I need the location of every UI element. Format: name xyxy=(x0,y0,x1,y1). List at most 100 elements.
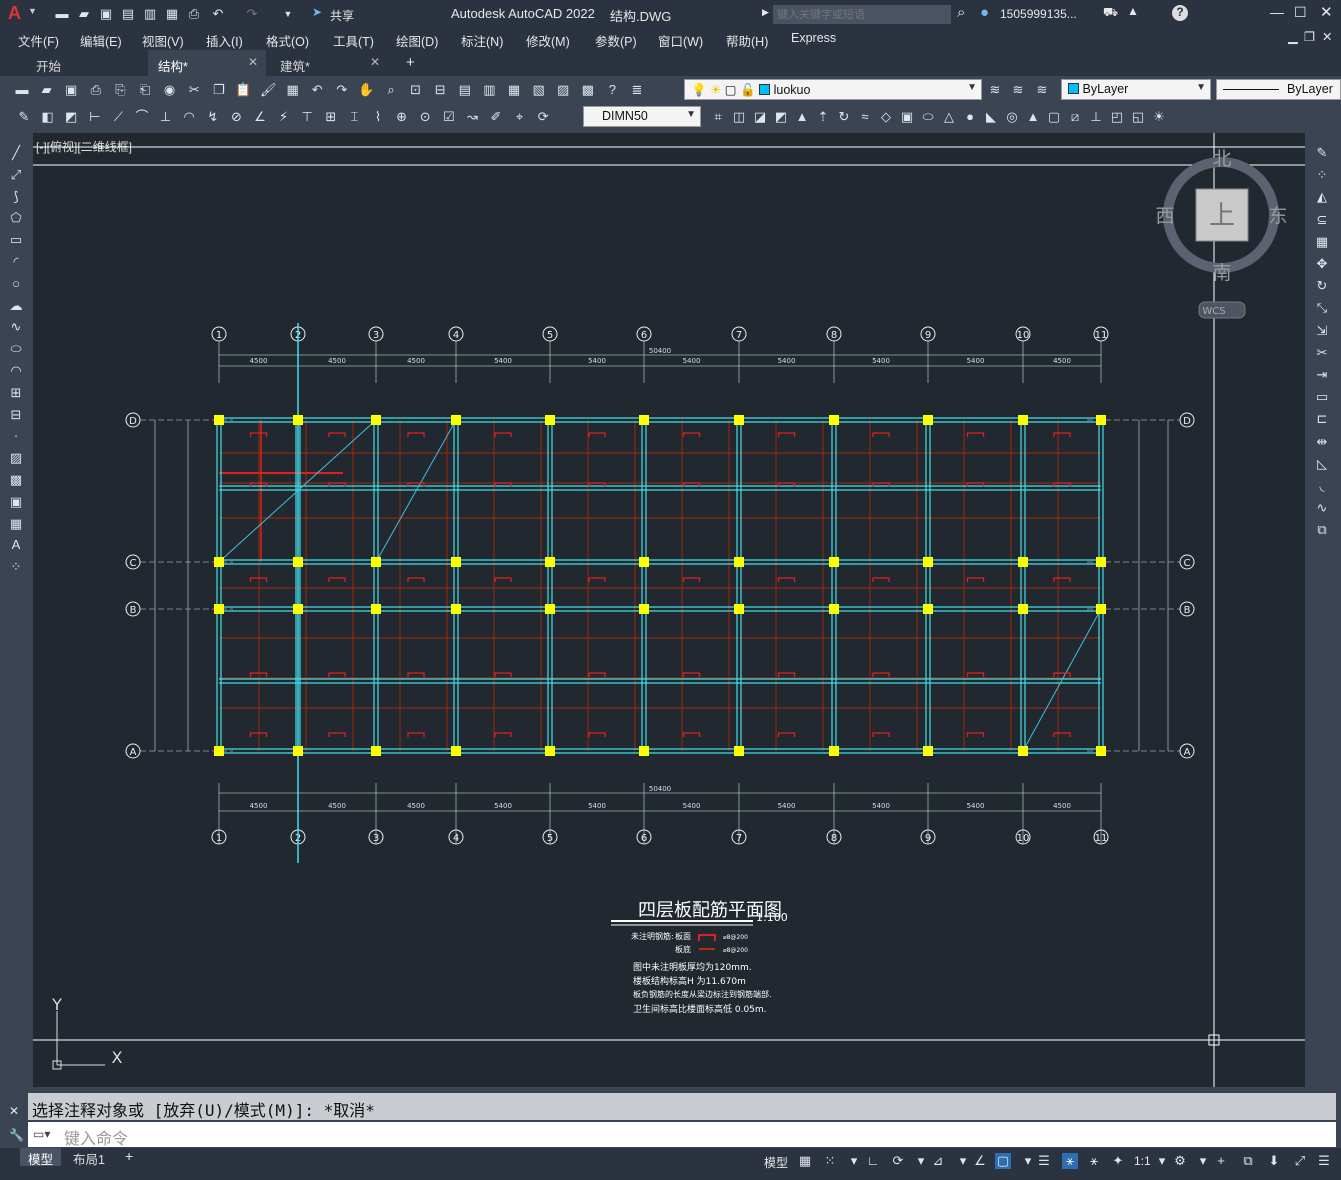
annotation-scale[interactable]: 1:1 xyxy=(1134,1154,1151,1168)
tab-layout1[interactable]: 布局1 xyxy=(65,1148,113,1167)
rectangle-icon[interactable]: ▭ xyxy=(8,232,24,248)
tab-structure[interactable]: 结构* ✕ xyxy=(148,50,266,76)
menu-insert[interactable]: 插入(I) xyxy=(206,31,243,50)
layer-match-icon[interactable]: ✎ xyxy=(16,109,32,125)
save-icon[interactable]: ▣ xyxy=(98,6,114,22)
shell-icon[interactable]: ▢ xyxy=(1046,109,1062,125)
search-input[interactable] xyxy=(773,5,951,24)
hardware-acceleration-icon[interactable]: ⬇ xyxy=(1266,1153,1282,1169)
workspace-icon[interactable]: ⚙ xyxy=(1172,1153,1188,1169)
point-icon[interactable]: · xyxy=(8,428,24,444)
linear-dim-icon[interactable]: ⊢ xyxy=(87,109,103,125)
layer-dropdown[interactable]: 💡 ☀ ▢ 🔓 luokuo ▼ xyxy=(684,79,982,100)
search-icon[interactable]: ⌕ xyxy=(957,4,965,21)
dim-break-icon[interactable]: ⌇ xyxy=(370,109,386,125)
dim-update-icon[interactable]: ⟳ xyxy=(535,109,551,125)
new-tab-icon[interactable]: + xyxy=(406,54,415,71)
user-name[interactable]: 1505999135... xyxy=(1000,7,1077,21)
close-icon[interactable]: ✕ xyxy=(1320,3,1333,21)
ordinate-dim-icon[interactable]: ⊥ xyxy=(158,109,174,125)
ortho-icon[interactable]: ∟ xyxy=(865,1153,881,1169)
zoom-window-icon[interactable]: ⊡ xyxy=(408,82,424,98)
workspace-menu-icon[interactable]: ▾ xyxy=(1195,1153,1211,1169)
explode-icon[interactable]: ⧉ xyxy=(1314,522,1330,538)
menu-edit[interactable]: 编辑(E) xyxy=(80,31,122,50)
dim-space-icon[interactable]: ⌶ xyxy=(346,109,362,125)
menu-window[interactable]: 窗口(W) xyxy=(658,31,703,50)
properties-icon[interactable]: ▤ xyxy=(457,82,473,98)
arc-length-icon[interactable]: ⌒ xyxy=(134,109,150,125)
jogged-dim-icon[interactable]: ↯ xyxy=(205,109,221,125)
autocad-logo-icon[interactable]: A xyxy=(8,3,21,24)
copy-object-icon[interactable]: ⁘ xyxy=(1314,167,1330,183)
wedge-icon[interactable]: ◣ xyxy=(983,109,999,125)
annotation-monitor-icon[interactable]: + xyxy=(1213,1153,1229,1169)
redo-icon[interactable]: ↷ xyxy=(244,6,260,22)
press-pull-icon[interactable]: ⇡ xyxy=(815,109,831,125)
line-icon[interactable]: ╱ xyxy=(8,145,24,161)
object-snap-tracking-icon[interactable]: ∠ xyxy=(972,1153,988,1169)
publish-icon[interactable]: ⎗ xyxy=(137,82,153,98)
qat-dropdown-icon[interactable]: ▼ xyxy=(280,6,296,22)
join-icon[interactable]: ⇹ xyxy=(1314,434,1330,450)
plot-icon[interactable]: ⎙ xyxy=(88,82,104,98)
match-properties-icon[interactable]: 🖌 xyxy=(260,82,277,98)
slice-icon[interactable]: ⧄ xyxy=(1067,109,1083,125)
menu-view[interactable]: 视图(V) xyxy=(142,31,184,50)
cylinder-icon[interactable]: ⬭ xyxy=(920,109,936,125)
sphere-icon[interactable]: ● xyxy=(962,109,978,125)
spline-icon[interactable]: ∿ xyxy=(8,319,24,335)
plot-icon[interactable]: ⎙ xyxy=(186,6,202,22)
ellipse-icon[interactable]: ⬭ xyxy=(8,341,24,357)
view-icon[interactable]: ◰ xyxy=(1109,109,1125,125)
cart-icon[interactable]: ⛟ xyxy=(1103,5,1118,21)
search-expand-icon[interactable]: ▶ xyxy=(762,7,769,18)
arc-icon[interactable]: ◜ xyxy=(8,254,24,270)
revision-cloud-icon[interactable]: ☁ xyxy=(8,298,24,314)
torus-icon[interactable]: ◎ xyxy=(1004,109,1020,125)
web-save-icon[interactable]: ▦ xyxy=(164,6,180,22)
inspection-icon[interactable]: ☑ xyxy=(441,109,457,125)
block-editor-icon[interactable]: ▦ xyxy=(285,82,301,98)
angular-dim-icon[interactable]: ∠ xyxy=(252,109,268,125)
quickcalc-icon[interactable]: ▩ xyxy=(580,82,596,98)
3d-dwf-icon[interactable]: ◉ xyxy=(162,82,178,98)
pyramid-icon[interactable]: ▲ xyxy=(1025,109,1041,125)
jogged-linear-icon[interactable]: ↝ xyxy=(464,109,480,125)
redo-icon[interactable]: ↷ xyxy=(334,82,350,98)
viewcube-east[interactable]: 东 xyxy=(1268,205,1287,227)
save-as-icon[interactable]: ▤ xyxy=(120,6,136,22)
intersect-icon[interactable]: ◩ xyxy=(773,109,789,125)
scale-icon[interactable]: ⤡ xyxy=(1314,300,1330,316)
menu-parametric[interactable]: 参数(P) xyxy=(595,31,637,50)
layer-previous-icon[interactable]: ≋ xyxy=(1010,82,1026,98)
dim-text-edit-icon[interactable]: ⌖ xyxy=(512,109,528,125)
box-icon[interactable]: ▣ xyxy=(899,109,915,125)
undo-icon[interactable]: ↶ xyxy=(210,6,226,22)
add-layout-icon[interactable]: + xyxy=(125,1148,133,1164)
open-icon[interactable]: ▰ xyxy=(76,6,92,22)
break-icon[interactable]: ⊏ xyxy=(1314,411,1330,427)
paste-icon[interactable]: 📋 xyxy=(235,82,251,98)
linetype-dropdown[interactable]: ByLayer xyxy=(1216,79,1341,100)
region-icon[interactable]: ▣ xyxy=(8,494,24,510)
minimize-icon[interactable]: — xyxy=(1270,4,1284,20)
mirror-icon[interactable]: ◭ xyxy=(1314,189,1330,205)
subtract-icon[interactable]: ◪ xyxy=(752,109,768,125)
layer-iso-icon[interactable]: ◧ xyxy=(40,109,56,125)
web-open-icon[interactable]: ▥ xyxy=(142,6,158,22)
offset-icon[interactable]: ⊆ xyxy=(1314,212,1330,228)
cut-icon[interactable]: ✂ xyxy=(186,82,202,98)
undo-icon[interactable]: ↶ xyxy=(309,82,325,98)
stretch-icon[interactable]: ⇲ xyxy=(1314,323,1330,339)
polyline-icon[interactable]: ⟆ xyxy=(8,189,24,205)
viewcube[interactable]: 上 北 南 东 西 WCS xyxy=(1155,148,1288,319)
tab-model[interactable]: 模型 xyxy=(20,1148,62,1167)
share-button[interactable]: 共享 xyxy=(330,7,354,24)
layer-walk-icon[interactable]: ◩ xyxy=(63,109,79,125)
save-icon[interactable]: ▣ xyxy=(63,82,79,98)
extend-icon[interactable]: ⇥ xyxy=(1314,367,1330,383)
erase-icon[interactable]: ✎ xyxy=(1314,145,1330,161)
aligned-dim-icon[interactable]: ⟋ xyxy=(110,109,126,125)
doc-close-icon[interactable]: ✕ xyxy=(1322,29,1332,44)
